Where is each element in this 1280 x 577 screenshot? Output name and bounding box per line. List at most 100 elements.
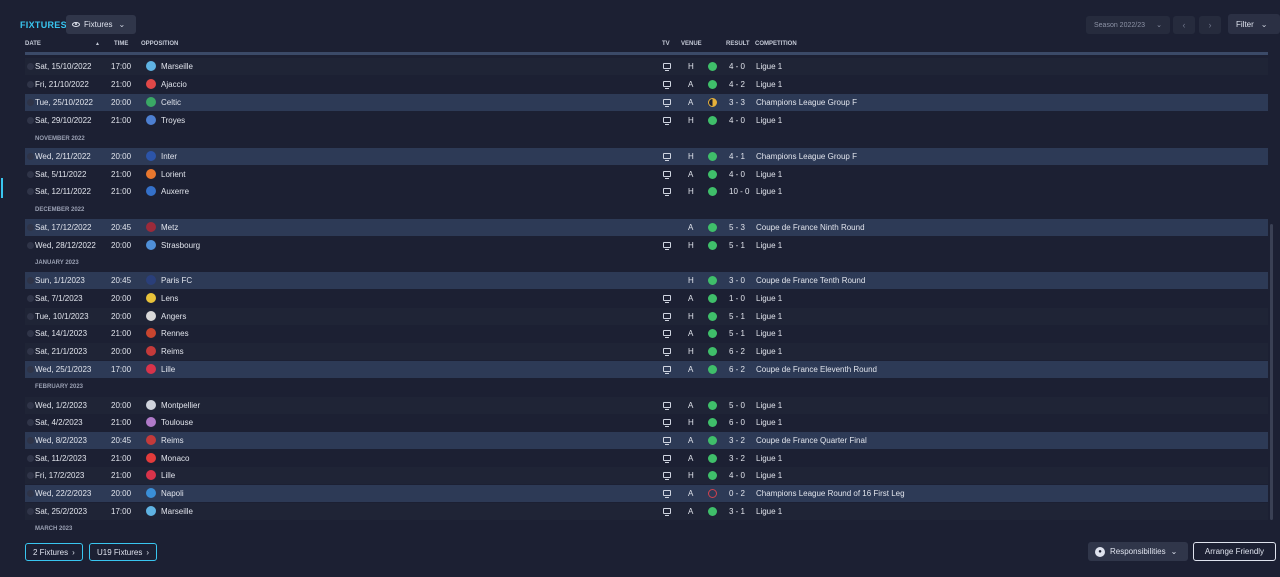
fixture-score[interactable]: 5 - 3 [729, 223, 745, 232]
fixture-score[interactable]: 6 - 2 [729, 347, 745, 356]
fixture-score[interactable]: 5 - 1 [729, 329, 745, 338]
fixture-opposition[interactable]: Toulouse [161, 418, 193, 427]
fixture-row[interactable]: Sat, 14/1/2023 21:00 Rennes A 5 - 1 Ligue 1 [25, 325, 1268, 342]
fixture-competition[interactable]: Ligue 1 [756, 507, 782, 516]
fixture-row[interactable]: Fri, 21/10/2022 21:00 Ajaccio A 4 - 2 Ligue 1 [25, 76, 1268, 93]
fixture-opposition[interactable]: Monaco [161, 454, 189, 463]
fixture-opposition[interactable]: Inter [161, 152, 177, 161]
fixture-opposition[interactable]: Ajaccio [161, 80, 187, 89]
fixture-row[interactable]: Sat, 15/10/2022 17:00 Marseille H 4 - 0 Ligue… [25, 58, 1268, 75]
col-opposition[interactable]: OPPOSITION [141, 41, 178, 47]
fixture-competition[interactable]: Ligue 1 [756, 329, 782, 338]
fixture-score[interactable]: 1 - 0 [729, 294, 745, 303]
fixture-score[interactable]: 6 - 0 [729, 418, 745, 427]
fixture-competition[interactable]: Ligue 1 [756, 170, 782, 179]
fixture-score[interactable]: 4 - 0 [729, 116, 745, 125]
fixture-score[interactable]: 4 - 1 [729, 152, 745, 161]
fixture-competition[interactable]: Champions League Group F [756, 98, 857, 107]
fixture-row[interactable]: Sun, 1/1/2023 20:45 Paris FC H 3 - 0 Coupe de… [25, 272, 1268, 289]
fixture-opposition[interactable]: Metz [161, 223, 178, 232]
fixture-opposition[interactable]: Auxerre [161, 187, 189, 196]
fixture-competition[interactable]: Ligue 1 [756, 401, 782, 410]
fixture-score[interactable]: 3 - 2 [729, 454, 745, 463]
responsibilities-button[interactable]: ● Responsibilities ⌄ [1088, 542, 1188, 561]
fixture-row[interactable]: Wed, 8/2/2023 20:45 Reims A 3 - 2 Coupe de Fr… [25, 432, 1268, 449]
scrollbar[interactable] [1270, 224, 1273, 520]
fixture-competition[interactable]: Ligue 1 [756, 454, 782, 463]
fixture-competition[interactable]: Coupe de France Quarter Final [756, 436, 867, 445]
fixture-row[interactable]: Wed, 22/2/2023 20:00 Napoli A 0 - 2 Champions… [25, 485, 1268, 502]
fixture-row[interactable]: Wed, 1/2/2023 20:00 Montpellier A 5 - 0 Ligue… [25, 397, 1268, 414]
fixture-row[interactable]: Sat, 5/11/2022 21:00 Lorient A 4 - 0 Ligue 1 [25, 166, 1268, 183]
fixture-score[interactable]: 5 - 0 [729, 401, 745, 410]
fixture-score[interactable]: 6 - 2 [729, 365, 745, 374]
fixture-competition[interactable]: Ligue 1 [756, 312, 782, 321]
fixture-opposition[interactable]: Lille [161, 365, 175, 374]
fixture-score[interactable]: 0 - 2 [729, 489, 745, 498]
fixture-row[interactable]: Sat, 11/2/2023 21:00 Monaco A 3 - 2 Ligue 1 [25, 450, 1268, 467]
fixture-opposition[interactable]: Reims [161, 436, 184, 445]
col-tv[interactable]: TV [662, 41, 670, 47]
fixture-row[interactable]: Wed, 2/11/2022 20:00 Inter H 4 - 1 Champions … [25, 148, 1268, 165]
sort-asc-icon[interactable]: ▲ [95, 41, 100, 47]
fixture-opposition[interactable]: Angers [161, 312, 186, 321]
fixture-competition[interactable]: Ligue 1 [756, 294, 782, 303]
fixture-opposition[interactable]: Rennes [161, 329, 189, 338]
prev-season-button[interactable]: ‹ [1173, 16, 1195, 34]
fixture-row[interactable]: Sat, 12/11/2022 21:00 Auxerre H 10 - 0 Ligue … [25, 183, 1268, 200]
view-dropdown[interactable]: Fixtures ⌄ [66, 15, 136, 34]
fixture-row[interactable]: Fri, 17/2/2023 21:00 Lille H 4 - 0 Ligue 1 [25, 467, 1268, 484]
fixture-competition[interactable]: Coupe de France Eleventh Round [756, 365, 877, 374]
fixture-row[interactable]: Tue, 10/1/2023 20:00 Angers H 5 - 1 Ligue 1 [25, 308, 1268, 325]
fixture-opposition[interactable]: Lille [161, 471, 175, 480]
fixture-score[interactable]: 10 - 0 [729, 187, 749, 196]
col-date[interactable]: DATE [25, 41, 41, 47]
fixture-score[interactable]: 3 - 0 [729, 276, 745, 285]
fixture-opposition[interactable]: Marseille [161, 62, 193, 71]
fixture-opposition[interactable]: Strasbourg [161, 241, 200, 250]
fixture-competition[interactable]: Ligue 1 [756, 471, 782, 480]
fixture-opposition[interactable]: Troyes [161, 116, 185, 125]
fixture-row[interactable]: Wed, 25/1/2023 17:00 Lille A 6 - 2 Coupe de F… [25, 361, 1268, 378]
fixture-opposition[interactable]: Montpellier [161, 401, 200, 410]
fixture-opposition[interactable]: Paris FC [161, 276, 192, 285]
fixture-competition[interactable]: Ligue 1 [756, 241, 782, 250]
filter-button[interactable]: Filter ⌄ [1228, 14, 1280, 34]
fixture-opposition[interactable]: Celtic [161, 98, 181, 107]
fixture-opposition[interactable]: Lorient [161, 170, 185, 179]
fixture-score[interactable]: 3 - 2 [729, 436, 745, 445]
fixture-row[interactable]: Sat, 21/1/2023 20:00 Reims H 6 - 2 Ligue 1 [25, 343, 1268, 360]
col-competition[interactable]: COMPETITION [755, 41, 797, 47]
fixture-opposition[interactable]: Marseille [161, 507, 193, 516]
fixture-row[interactable]: Sat, 29/10/2022 21:00 Troyes H 4 - 0 Ligue 1 [25, 112, 1268, 129]
fixture-row[interactable]: Sat, 17/12/2022 20:45 Metz A 5 - 3 Coupe de F… [25, 219, 1268, 236]
fixture-row[interactable]: Wed, 28/12/2022 20:00 Strasbourg H 5 - 1 Ligu… [25, 237, 1268, 254]
fixture-competition[interactable]: Coupe de France Tenth Round [756, 276, 865, 285]
fixture-competition[interactable]: Ligue 1 [756, 418, 782, 427]
fixture-competition[interactable]: Ligue 1 [756, 116, 782, 125]
fixture-score[interactable]: 4 - 2 [729, 80, 745, 89]
season-dropdown[interactable]: Season 2022/23 ⌄ [1086, 16, 1170, 34]
u19-fixtures-button[interactable]: U19 Fixtures › [89, 543, 158, 561]
fixture-competition[interactable]: Ligue 1 [756, 62, 782, 71]
fixture-score[interactable]: 4 - 0 [729, 170, 745, 179]
arrange-friendly-button[interactable]: Arrange Friendly [1193, 542, 1276, 561]
fixture-row[interactable]: Sat, 25/2/2023 17:00 Marseille A 3 - 1 Ligue … [25, 503, 1268, 520]
fixture-opposition[interactable]: Reims [161, 347, 184, 356]
fixture-score[interactable]: 4 - 0 [729, 62, 745, 71]
col-venue[interactable]: VENUE [681, 41, 702, 47]
fixture-competition[interactable]: Ligue 1 [756, 80, 782, 89]
col-time[interactable]: TIME [114, 41, 128, 47]
fixture-score[interactable]: 5 - 1 [729, 241, 745, 250]
fixture-row[interactable]: Sat, 4/2/2023 21:00 Toulouse H 6 - 0 Ligue 1 [25, 414, 1268, 431]
fixture-opposition[interactable]: Napoli [161, 489, 184, 498]
fixture-opposition[interactable]: Lens [161, 294, 178, 303]
fixture-score[interactable]: 3 - 1 [729, 507, 745, 516]
fixtures-count-button[interactable]: 2 Fixtures › [25, 543, 83, 561]
next-season-button[interactable]: › [1199, 16, 1221, 34]
fixture-competition[interactable]: Ligue 1 [756, 187, 782, 196]
fixture-score[interactable]: 5 - 1 [729, 312, 745, 321]
fixture-competition[interactable]: Ligue 1 [756, 347, 782, 356]
fixture-row[interactable]: Tue, 25/10/2022 20:00 Celtic A 3 - 3 Champion… [25, 94, 1268, 111]
fixture-row[interactable]: Sat, 7/1/2023 20:00 Lens A 1 - 0 Ligue 1 [25, 290, 1268, 307]
